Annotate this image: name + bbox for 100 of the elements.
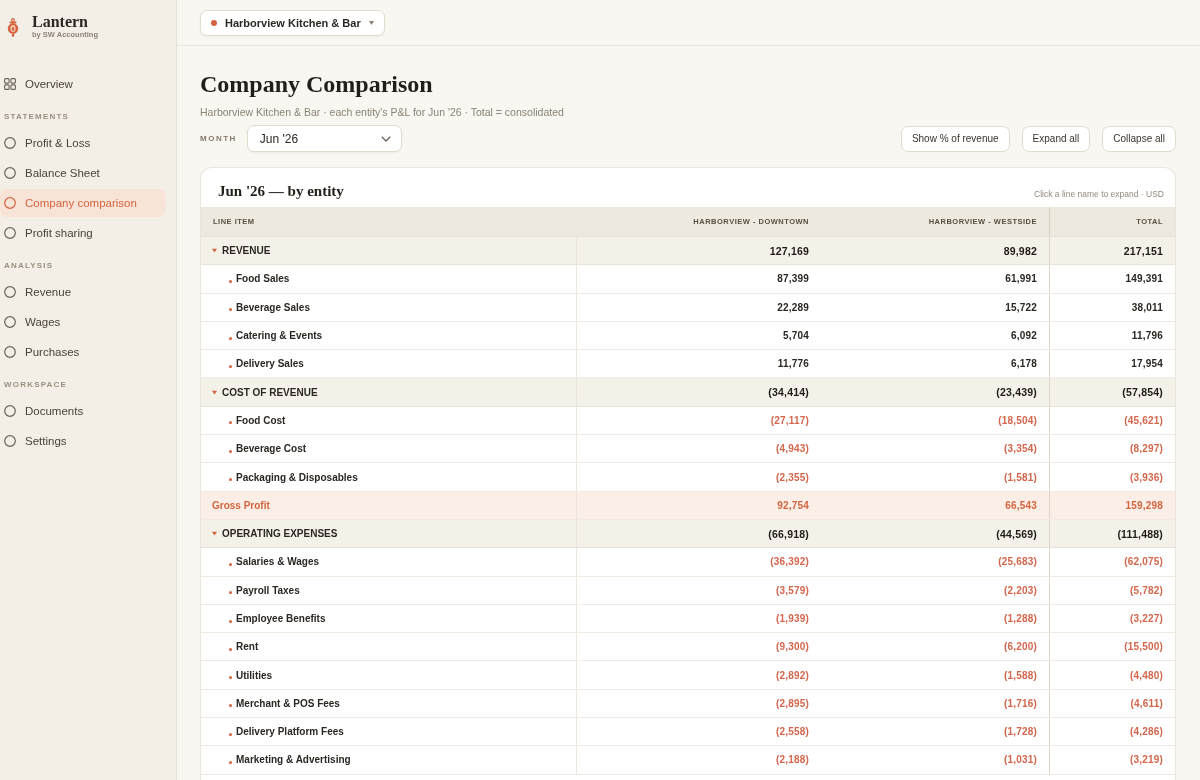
line-item-label[interactable]: COST OF REVENUE [222,386,318,398]
nav-item[interactable]: Profit & Loss [0,129,165,157]
bullet-icon [229,562,232,566]
amount: (3,219) [1129,754,1163,766]
amount: (44,569) [996,527,1037,540]
bullet-icon [229,761,232,764]
amount: 38,011 [1131,301,1163,313]
caret-icon[interactable] [212,531,217,537]
amount: (1,581) [1003,471,1037,483]
nav-item[interactable]: Wages [0,308,165,336]
line-item-label[interactable]: Catering & Events [236,330,323,342]
nav-item[interactable]: Purchases [0,338,165,366]
amount: (2,203) [1003,584,1037,596]
line-item-label[interactable]: Rent [236,641,259,653]
page-title: Company Comparison [200,70,434,98]
line-item-label[interactable]: Beverage Cost [236,443,307,455]
line-item-label[interactable]: Marketing & Advertising [236,754,351,766]
amount: (62,075) [1124,556,1163,568]
line-item-label[interactable]: Employee Benefits [236,613,326,624]
amount: (4,943) [775,443,809,455]
circle-icon [4,346,16,358]
amount: (6,200) [1003,641,1037,653]
amount: (1,031) [1003,754,1037,766]
action-button[interactable]: Collapse all [1102,125,1176,152]
line-item-label[interactable]: Utilities [236,669,273,681]
nav-item[interactable]: Profit sharing [0,219,165,247]
line-item-label[interactable]: Salaries & Wages [236,556,319,568]
circle-icon [4,286,16,298]
amount: (4,611) [1130,697,1163,709]
amount: (3,936) [1129,471,1163,483]
action-button[interactable]: Show % of revenue [900,125,1010,152]
bullet-icon [229,478,232,481]
amount: 11,796 [1131,330,1163,342]
nav-item[interactable]: Overview [0,70,165,98]
nav-item[interactable]: Revenue [0,278,165,306]
line-item-label[interactable]: Delivery Platform Fees [236,726,344,738]
circle-icon [4,137,16,149]
line-item-label: Gross Profit [212,499,270,511]
amount: 15,722 [1005,301,1037,313]
section-title: WORKSPACE [3,379,69,391]
amount: (3,579) [775,584,809,596]
amount: (3,227) [1129,613,1163,624]
amount: 11,776 [777,358,809,370]
circle-icon [4,435,16,447]
bullet-icon [229,421,232,425]
amount: (23,439) [996,386,1037,399]
nav-item[interactable]: Documents [0,397,165,425]
line-item-label[interactable]: Food Sales [236,273,290,285]
line-item-label[interactable]: Delivery Sales [236,358,304,370]
nav-item[interactable]: Balance Sheet [0,159,165,187]
amount: 89,982 [1003,244,1037,257]
circle-icon [4,316,16,328]
amount: (45,621) [1124,414,1163,426]
amount: 61,991 [1005,273,1037,285]
circle-icon [4,167,16,179]
amount: (2,892) [775,669,809,681]
company-selector[interactable]: Harborview Kitchen & Bar [200,9,385,36]
month-select[interactable]: Jun '26 [246,125,402,152]
chevron-down-icon [380,135,391,142]
amount: (27,117) [770,414,809,426]
caret-icon[interactable] [212,389,217,395]
bullet-icon [229,704,232,708]
amount: (57,854) [1122,386,1163,399]
amount: (15,500) [1124,641,1163,653]
amount: (2,355) [775,471,809,483]
amount: (34,414) [768,386,809,399]
amount: (1,939) [775,613,809,624]
line-item-label[interactable]: Food Cost [236,414,286,426]
amount: (8,297) [1129,443,1163,455]
brand-name: Lantern [32,14,89,30]
amount: (2,558) [775,726,809,738]
bullet-icon [229,336,232,340]
amount: (66,918) [768,527,809,540]
action-button[interactable]: Expand all [1021,125,1091,152]
line-item-label[interactable]: Merchant & POS Fees [236,697,340,709]
amount: 5,704 [782,330,809,342]
line-item-label[interactable]: Packaging & Disposables [236,471,358,483]
grid-icon [4,78,16,90]
amount: (2,895) [775,697,809,709]
section-title: ANALYSIS [3,260,55,272]
circle-icon [4,197,16,209]
amount: (18,504) [998,414,1037,426]
circle-icon [4,405,16,417]
bullet-icon [229,279,232,283]
amount: 217,151 [1123,244,1163,257]
line-item-label[interactable]: OPERATING EXPENSES [222,528,338,540]
table-hint: Click a line name to expand · USD [1034,188,1164,199]
amount: (1,588) [1003,669,1037,681]
amount: 92,754 [777,499,809,511]
line-item-label[interactable]: Beverage Sales [236,301,310,313]
line-item-label[interactable]: Payroll Taxes [236,584,300,596]
caret-icon[interactable] [212,248,217,254]
amount: (5,782) [1129,584,1163,596]
page-subtitle: Harborview Kitchen & Bar · each entity's P&L for Jun '26 · Total = consolidated [200,105,565,119]
amount: (25,683) [998,556,1037,568]
bullet-icon [229,591,232,595]
line-item-label[interactable]: REVENUE [222,245,271,257]
table-title: Jun '26 — by entity [218,183,344,200]
nav-item[interactable]: Settings [0,427,165,455]
month-label: MONTH [200,134,237,143]
